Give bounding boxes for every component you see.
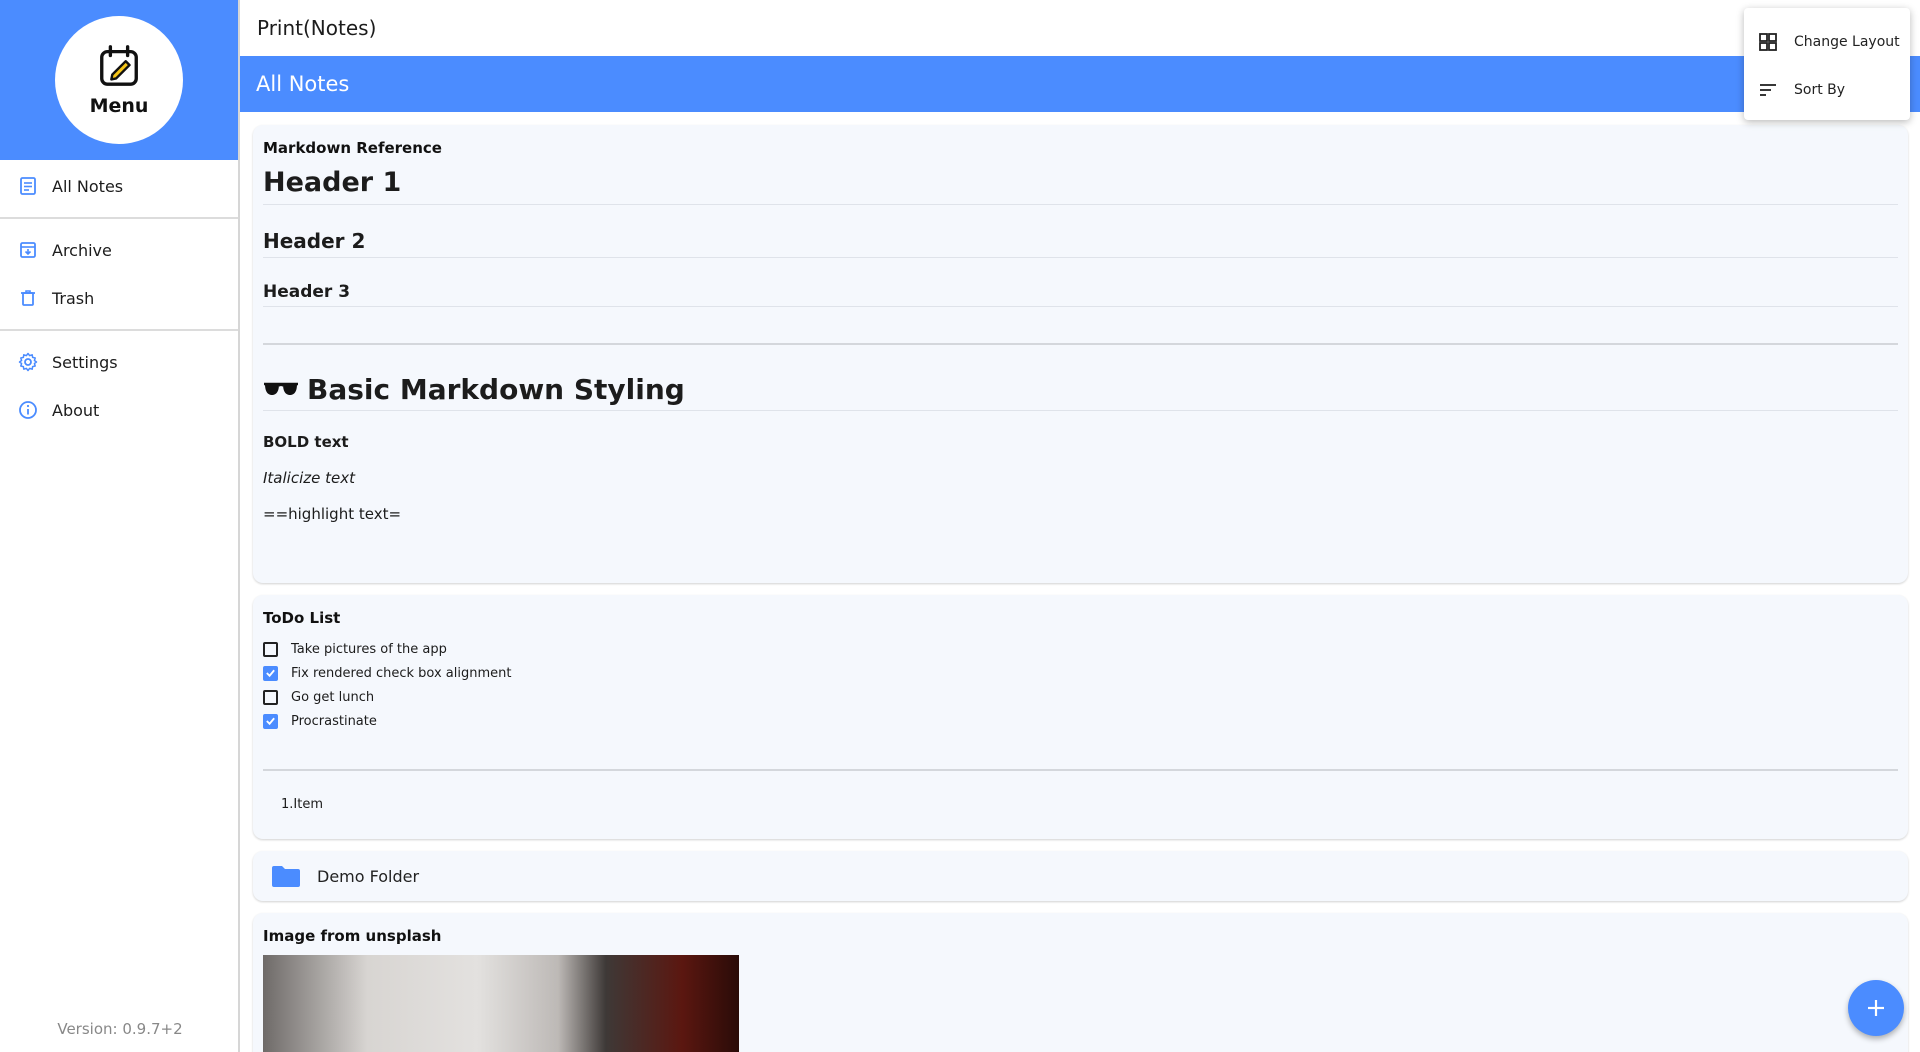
note-title: Image from unsplash	[263, 927, 442, 945]
checkbox-checked[interactable]	[263, 713, 278, 729]
page-title: All Notes	[256, 72, 350, 96]
note-image	[263, 955, 739, 1052]
sidebar-header: Menu	[0, 0, 238, 160]
overflow-menu: Change Layout Sort By	[1744, 8, 1910, 120]
md-horizontal-rule	[263, 343, 1898, 345]
md-heading-text: Basic Markdown Styling	[307, 373, 685, 406]
todo-label: Go get lunch	[291, 689, 375, 705]
todo-item: Fix rendered check box alignment	[263, 661, 1898, 685]
todo-label: Procrastinate	[291, 713, 377, 729]
sidebar-item-label: Archive	[52, 240, 112, 260]
note-card-todo[interactable]: ToDo List Take pictures of the app Fix r…	[253, 595, 1908, 839]
gear-icon	[18, 352, 38, 372]
sidebar: Menu All Notes Archive Trash Settings Ab…	[0, 0, 240, 1052]
sidebar-item-settings[interactable]: Settings	[0, 338, 238, 386]
section-header: All Notes	[240, 56, 1920, 112]
folder-label: Demo Folder	[317, 866, 420, 886]
note-card-image[interactable]: Image from unsplash	[253, 913, 1908, 1052]
divider	[0, 329, 238, 331]
trash-icon	[18, 288, 38, 308]
note-icon	[18, 176, 38, 196]
sidebar-item-archive[interactable]: Archive	[0, 226, 238, 274]
sidebar-item-label: All Notes	[52, 176, 124, 196]
note-title: ToDo List	[263, 609, 341, 627]
md-heading-styling: Basic Markdown Styling	[263, 373, 1898, 411]
menu-button[interactable]: Menu	[55, 16, 183, 144]
folder-icon	[272, 866, 300, 887]
sidebar-item-trash[interactable]: Trash	[0, 274, 238, 322]
version-text: Version: 0.9.7+2	[57, 1020, 183, 1038]
todo-item: Take pictures of the app	[263, 637, 1898, 661]
menu-label: Menu	[89, 95, 149, 117]
todo-item: Procrastinate	[263, 709, 1898, 733]
menu-item-label: Change Layout	[1794, 34, 1900, 50]
sort-icon	[1760, 84, 1776, 96]
md-header-2: Header 2	[263, 229, 1898, 258]
todo-label: Take pictures of the app	[291, 641, 447, 657]
md-highlight-text: ==highlight text=	[263, 505, 402, 523]
md-bold-text: BOLD text	[263, 433, 349, 451]
calendar-edit-icon	[100, 45, 138, 86]
sidebar-item-label: Trash	[52, 288, 95, 308]
checkbox-unchecked[interactable]	[263, 689, 278, 705]
todo-item: Go get lunch	[263, 685, 1898, 709]
menu-item-sort-by[interactable]: Sort By	[1744, 66, 1910, 114]
plus-icon	[1868, 1000, 1884, 1016]
info-icon	[18, 400, 38, 420]
archive-icon	[18, 240, 38, 260]
sunglasses-emoji-icon	[263, 381, 299, 399]
divider	[0, 217, 238, 219]
note-title: Markdown Reference	[263, 139, 442, 157]
menu-item-change-layout[interactable]: Change Layout	[1744, 18, 1910, 66]
checkbox-checked[interactable]	[263, 665, 278, 681]
md-horizontal-rule	[263, 769, 1898, 771]
ordered-list-item: 1.Item	[281, 797, 323, 812]
checkbox-unchecked[interactable]	[263, 641, 278, 657]
menu-item-label: Sort By	[1794, 82, 1846, 98]
sidebar-item-label: About	[52, 400, 100, 420]
notes-list: Markdown Reference Header 1 Header 2 Hea…	[240, 112, 1920, 1052]
add-note-button[interactable]	[1848, 980, 1904, 1036]
sidebar-item-all-notes[interactable]: All Notes	[0, 162, 238, 210]
note-card-markdown[interactable]: Markdown Reference Header 1 Header 2 Hea…	[253, 125, 1908, 583]
todo-label: Fix rendered check box alignment	[291, 665, 512, 681]
sidebar-item-label: Settings	[52, 352, 118, 372]
grid-icon	[1759, 33, 1777, 51]
sidebar-item-about[interactable]: About	[0, 386, 238, 434]
app-title: Print(Notes)	[257, 16, 377, 40]
app-bar: Print(Notes)	[240, 0, 1920, 56]
md-header-1: Header 1	[263, 167, 1898, 205]
md-header-3: Header 3	[263, 282, 1898, 307]
md-italic-text: Italicize text	[263, 469, 355, 487]
folder-card[interactable]: Demo Folder	[253, 851, 1908, 901]
